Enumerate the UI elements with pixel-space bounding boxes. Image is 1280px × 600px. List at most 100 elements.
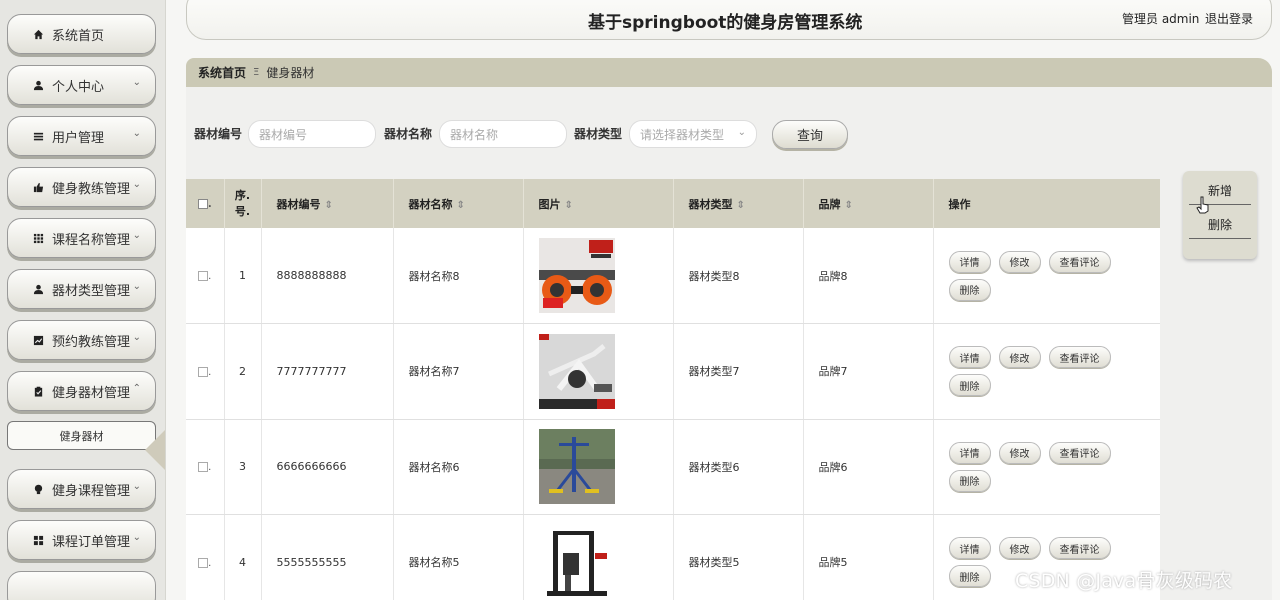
watermark: CSDN @Java骨灰级码农 bbox=[1015, 570, 1233, 592]
row-index: 2 bbox=[224, 323, 262, 420]
edit-button[interactable]: 修改 bbox=[998, 537, 1041, 560]
row-select-cell[interactable]: . bbox=[186, 419, 225, 515]
header-name[interactable]: 器材名称 ⇕ bbox=[393, 179, 524, 228]
sidebar-item-label: 健身教练管理 bbox=[52, 181, 131, 197]
sidebar-item-bookings[interactable]: 预约教练管理 ⌄ bbox=[7, 320, 156, 360]
name-search-input[interactable]: 器材名称 bbox=[439, 120, 567, 148]
row-code: 7777777777 bbox=[261, 323, 394, 420]
sidebar-item-fitness-courses[interactable]: 健身课程管理 ⌄ bbox=[7, 469, 156, 509]
sidebar-subitem-equipment[interactable]: 健身器材 bbox=[7, 421, 156, 450]
row-index: 4 bbox=[224, 514, 262, 600]
sidebar-item-users[interactable]: 用户管理 ⌄ bbox=[7, 116, 156, 156]
sort-icon[interactable]: ⇕ bbox=[845, 200, 853, 211]
row-brand: 品牌6 bbox=[803, 419, 934, 515]
chevron-down-icon: ⌄ bbox=[132, 532, 141, 543]
header-brand[interactable]: 品牌 ⇕ bbox=[803, 179, 934, 228]
sort-icon[interactable]: ⇕ bbox=[325, 200, 333, 211]
code-search-input[interactable]: 器材编号 bbox=[248, 120, 376, 148]
header-index: 序. 号. bbox=[224, 179, 262, 228]
row-select-cell[interactable]: . bbox=[186, 228, 225, 324]
sort-icon[interactable]: ⇕ bbox=[457, 200, 465, 211]
header-actions: 操作 bbox=[933, 179, 1160, 228]
home-icon bbox=[32, 28, 44, 40]
chevron-up-icon: ⌃ bbox=[132, 383, 141, 394]
type-select[interactable]: 请选择器材类型 ⌄ bbox=[629, 120, 757, 148]
sidebar-item-label: 课程名称管理 bbox=[52, 232, 131, 248]
view-comments-button[interactable]: 查看评论 bbox=[1048, 250, 1111, 273]
row-select-cell[interactable]: . bbox=[186, 514, 225, 600]
row-checkbox[interactable] bbox=[198, 366, 209, 377]
detail-button[interactable]: 详情 bbox=[948, 250, 991, 273]
row-type: 器材类型6 bbox=[673, 419, 804, 515]
row-actions: 详情 修改 查看评论 删除 bbox=[933, 323, 1160, 420]
row-checkbox[interactable] bbox=[198, 271, 209, 281]
edit-button[interactable]: 修改 bbox=[998, 346, 1041, 369]
sidebar-item-coaches[interactable]: 健身教练管理 ⌄ bbox=[7, 167, 156, 207]
row-type: 器材类型7 bbox=[673, 323, 804, 420]
sidebar: 系统首页 个人中心 ⌄ 用户管理 ⌄ 健身教练管理 ⌄ 课程名称管理 ⌄ 器材类… bbox=[0, 0, 166, 600]
breadcrumb-current: 健身器材 bbox=[266, 66, 315, 80]
chevron-down-icon: ⌄ bbox=[132, 332, 141, 343]
chevron-down-icon: ⌄ bbox=[132, 77, 141, 88]
logout-link[interactable]: 退出登录 bbox=[1205, 10, 1253, 27]
row-actions: 详情 修改 查看评论 删除 bbox=[933, 419, 1160, 515]
sort-icon[interactable]: ⇕ bbox=[737, 200, 745, 211]
table-row: . 2 7777777777 器材名称7 器材类型7 品牌7 详情 修改 查看评… bbox=[186, 323, 1160, 420]
row-name: 器材名称8 bbox=[393, 228, 524, 324]
sidebar-item-equipment[interactable]: 健身器材管理 ⌃ bbox=[7, 371, 156, 411]
sidebar-item-profile[interactable]: 个人中心 ⌄ bbox=[7, 65, 156, 105]
row-brand: 品牌5 bbox=[803, 514, 934, 600]
chevron-down-icon: ⌄ bbox=[737, 127, 746, 138]
edit-button[interactable]: 修改 bbox=[998, 250, 1041, 273]
sidebar-item-label: 用户管理 bbox=[52, 130, 105, 146]
header-image[interactable]: 图片 ⇕ bbox=[523, 179, 674, 228]
sidebar-item-courses[interactable]: 课程名称管理 ⌄ bbox=[7, 218, 156, 258]
detail-button[interactable]: 详情 bbox=[948, 441, 991, 464]
row-select-cell[interactable]: . bbox=[186, 323, 225, 420]
detail-button[interactable]: 详情 bbox=[948, 537, 991, 560]
view-comments-button[interactable]: 查看评论 bbox=[1048, 441, 1111, 464]
row-checkbox[interactable] bbox=[198, 557, 209, 568]
row-brand: 品牌8 bbox=[803, 228, 934, 324]
delete-row-button[interactable]: 删除 bbox=[948, 278, 991, 301]
hand-cursor-icon bbox=[1196, 196, 1209, 214]
row-checkbox[interactable] bbox=[198, 462, 209, 473]
select-all-cell[interactable]: . bbox=[186, 179, 225, 228]
delete-row-button[interactable]: 删除 bbox=[948, 565, 991, 588]
query-button[interactable]: 查询 bbox=[772, 120, 848, 149]
sidebar-item-orders[interactable]: 课程订单管理 ⌄ bbox=[7, 520, 156, 560]
breadcrumb-home[interactable]: 系统首页 bbox=[198, 64, 246, 81]
table-row: . 1 8888888888 器材名称8 器材类型8 品牌8 详情 修改 查看评… bbox=[186, 228, 1160, 324]
delete-row-button[interactable]: 删除 bbox=[948, 374, 991, 397]
row-code: 8888888888 bbox=[261, 228, 394, 324]
type-search-label: 器材类型 bbox=[574, 127, 623, 141]
sidebar-item-equipment-types[interactable]: 器材类型管理 ⌄ bbox=[7, 269, 156, 309]
row-brand: 品牌7 bbox=[803, 323, 934, 420]
breadcrumb: 系统首页 Ξ 健身器材 bbox=[186, 58, 1272, 87]
chevron-down-icon: ⌄ bbox=[132, 230, 141, 241]
select-all-checkbox[interactable] bbox=[197, 199, 208, 209]
batch-delete-button[interactable]: 删除 bbox=[1189, 211, 1251, 239]
user-icon bbox=[32, 283, 44, 295]
row-name: 器材名称6 bbox=[393, 419, 524, 515]
view-comments-button[interactable]: 查看评论 bbox=[1048, 537, 1111, 560]
breadcrumb-separator: Ξ bbox=[253, 67, 260, 78]
row-image-cell bbox=[523, 419, 674, 515]
delete-row-button[interactable]: 删除 bbox=[948, 469, 991, 492]
sidebar-item-home[interactable]: 系统首页 bbox=[7, 14, 156, 54]
sidebar-item-more[interactable] bbox=[7, 571, 156, 600]
detail-button[interactable]: 详情 bbox=[948, 346, 991, 369]
code-search-label: 器材编号 bbox=[194, 127, 243, 141]
view-comments-button[interactable]: 查看评论 bbox=[1048, 346, 1111, 369]
sidebar-item-label: 器材类型管理 bbox=[52, 283, 131, 299]
header-type[interactable]: 器材类型 ⇕ bbox=[673, 179, 804, 228]
list-icon bbox=[32, 130, 44, 142]
sidebar-item-label: 个人中心 bbox=[52, 79, 105, 95]
header-code[interactable]: 器材编号 ⇕ bbox=[261, 179, 394, 228]
row-name: 器材名称5 bbox=[393, 514, 524, 600]
row-code: 6666666666 bbox=[261, 419, 394, 515]
row-code: 5555555555 bbox=[261, 514, 394, 600]
edit-button[interactable]: 修改 bbox=[998, 441, 1041, 464]
sort-icon[interactable]: ⇕ bbox=[565, 200, 573, 211]
row-index: 1 bbox=[224, 228, 262, 324]
